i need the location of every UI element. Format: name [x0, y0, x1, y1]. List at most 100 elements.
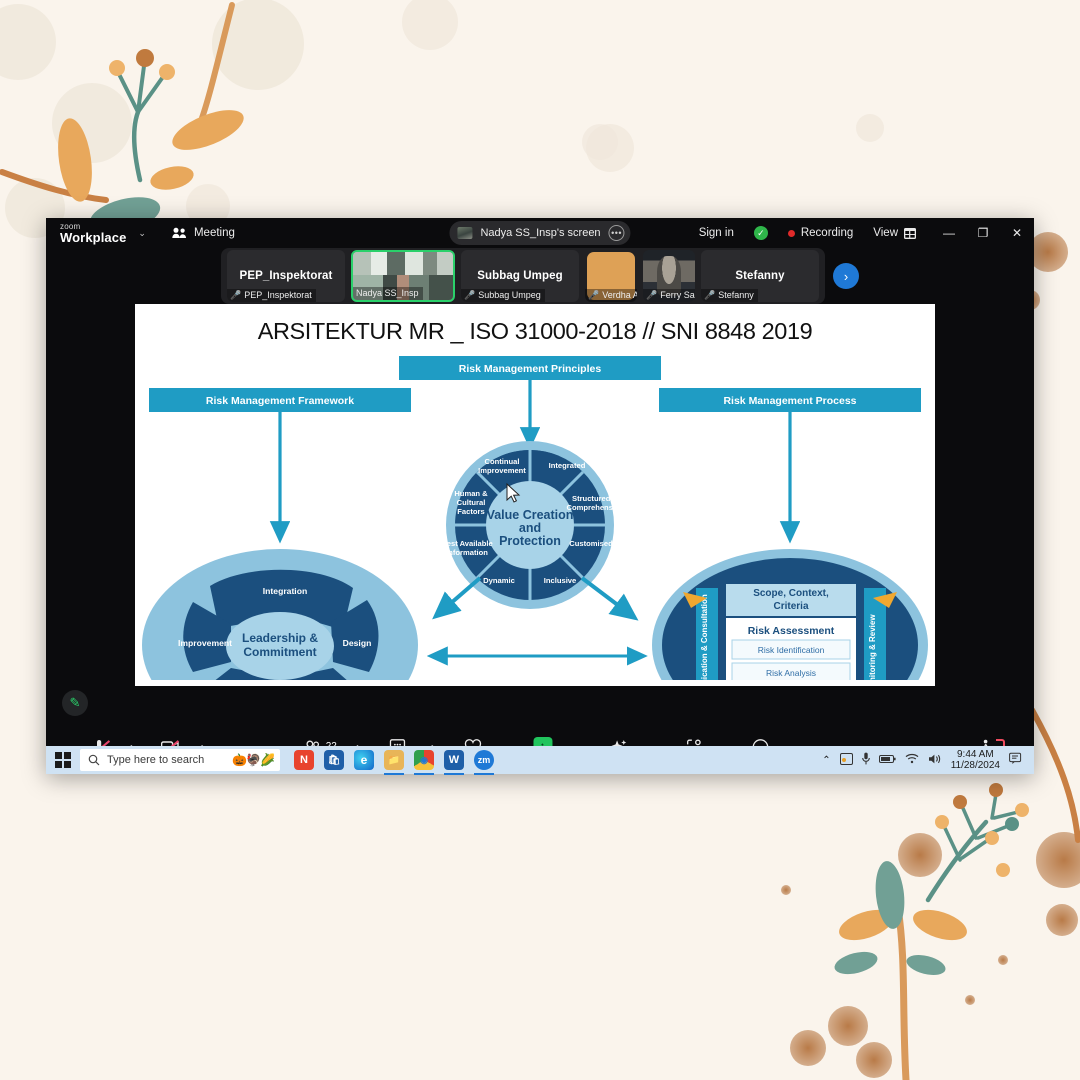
maximize-button[interactable]: ❐: [966, 218, 1000, 248]
taskbar-app-icons: N 🛍 e 📁 ◉ W zm: [294, 750, 494, 775]
windows-taskbar: Type here to search 🎃🦃🌽 N 🛍 e 📁 ◉ W zm ⌃…: [46, 746, 1034, 775]
file-explorer-icon[interactable]: 📁: [384, 750, 404, 775]
pencil-icon[interactable]: ✎: [62, 690, 88, 716]
shared-screen-stage: ✎ ARSITEKTUR MR _ ISO 31000-2018 // SNI …: [46, 304, 1034, 732]
start-button[interactable]: [46, 752, 80, 768]
clock-time: 9:44 AM: [956, 748, 994, 760]
search-icon: [88, 754, 100, 766]
framework-center-line-1: Leadership &: [242, 631, 318, 645]
encryption-shield-button[interactable]: ✓: [744, 226, 778, 240]
framework-integration: Integration: [263, 586, 307, 596]
principle-continual-line2: Improvement: [478, 466, 526, 475]
wifi-icon[interactable]: [905, 753, 919, 767]
principle-human-line3: Factors: [457, 507, 484, 516]
window-titlebar: zoom Workplace ⌄ Meeting Nadya SS_Insp's…: [46, 218, 1034, 248]
filmstrip-tiles: PEP_Inspektorat 🎤 PEP_Inspektorat Nadya …: [221, 248, 825, 304]
framework-header-label: Risk Management Framework: [206, 395, 354, 407]
filmstrip-next-button[interactable]: ›: [833, 263, 859, 289]
battery-icon[interactable]: [878, 754, 896, 767]
process-risk-identification: Risk Identification: [758, 645, 825, 655]
participant-nametag-label: Verdha Ayu: [602, 290, 637, 300]
tray-app-icon[interactable]: [839, 752, 853, 768]
brand-workplace-label: Workplace: [60, 229, 127, 245]
principle-human-line1: Human &: [454, 489, 488, 498]
participant-nametag: Nadya SS_Insp: [353, 287, 423, 300]
participant-tile-stefanny[interactable]: Stefanny 🎤 Stefanny: [701, 250, 819, 302]
zoom-workplace-brand: zoom Workplace: [60, 222, 127, 245]
chevron-down-icon[interactable]: ⌄: [138, 228, 146, 239]
participant-nametag-label: Ferry Saputra: [660, 290, 695, 300]
volume-icon[interactable]: [928, 753, 942, 768]
participant-nametag: 🎤 Subbag Umpeg: [461, 289, 545, 302]
sign-in-label: Sign in: [698, 227, 734, 239]
participant-filmstrip: PEP_Inspektorat 🎤 PEP_Inspektorat Nadya …: [46, 248, 1034, 304]
framework-improvement: Improvement: [178, 638, 232, 648]
microsoft-store-icon[interactable]: 🛍: [324, 750, 344, 770]
arrow-wheel-to-framework: [432, 576, 482, 620]
framework-wheel: Leadership & Commitment Integration Desi…: [142, 549, 418, 680]
meeting-tab-label: Meeting: [193, 227, 235, 239]
principle-inclusive: Inclusive: [544, 576, 577, 585]
slide-title: ARSITEKTUR MR _ ISO 31000-2018 // SNI 88…: [257, 318, 813, 344]
share-thumbnail-icon: [457, 227, 473, 239]
participant-tile-verdha-ayu[interactable]: 🎤 Verdha Ayu: [585, 250, 637, 302]
participant-nametag: 🎤 Ferry Saputra: [643, 289, 695, 302]
microphone-muted-icon: 🎤: [646, 289, 658, 300]
arrow-wheel-to-process: [580, 576, 639, 621]
microphone-muted-icon: 🎤: [464, 289, 476, 300]
principle-structured-line1: Structured &: [572, 494, 619, 503]
recording-indicator[interactable]: Recording: [778, 227, 863, 239]
zoom-app-icon[interactable]: zm: [474, 750, 494, 775]
microsoft-edge-icon[interactable]: e: [354, 750, 374, 770]
principle-best-available-line2: Information: [446, 548, 488, 557]
principle-dynamic: Dynamic: [483, 576, 515, 585]
sign-in-button[interactable]: Sign in: [689, 227, 744, 239]
titlebar-right-group: Sign in ✓ Recording View — ❐ ✕: [689, 218, 1034, 248]
taskbar-clock[interactable]: 9:44 AM 11/28/2024: [951, 749, 1000, 772]
wheel-center-line-1: Value Creation: [487, 508, 574, 522]
taskbar-search-input[interactable]: Type here to search 🎃🦃🌽: [80, 749, 280, 771]
grid-icon: [904, 227, 916, 239]
participant-nametag-label: PEP_Inspektorat: [244, 290, 312, 300]
share-more-options-icon[interactable]: •••: [608, 225, 625, 241]
principles-header-label: Risk Management Principles: [459, 363, 602, 375]
microsoft-word-icon[interactable]: W: [444, 750, 464, 775]
participant-display-name: PEP_Inspektorat: [239, 270, 333, 282]
participant-nametag-label: Stefanny: [718, 290, 754, 300]
process-assessment-title: Risk Assessment: [748, 625, 835, 637]
participant-tile-nadya-ss-insp[interactable]: Nadya SS_Insp: [351, 250, 455, 302]
notepad-app-icon[interactable]: N: [294, 750, 314, 770]
process-right-rail-label: Monitoring & Review: [868, 614, 877, 680]
principle-structured-line2: Comprehensive: [567, 503, 624, 512]
windows-logo-icon: [55, 752, 71, 768]
participant-display-name: Subbag Umpeg: [477, 270, 563, 282]
window-controls: — ❐ ✕: [932, 218, 1034, 248]
microphone-muted-icon: 🎤: [230, 289, 242, 300]
view-button[interactable]: View: [863, 227, 926, 239]
tray-expand-chevron-icon[interactable]: ⌃: [822, 755, 830, 766]
participant-nametag: 🎤 PEP_Inspektorat: [227, 289, 316, 302]
process-risk-analysis: Risk Analysis: [766, 668, 816, 678]
notification-icon[interactable]: [1009, 752, 1024, 768]
process-left-rail-label: Communication & Consultation: [700, 594, 709, 680]
screen-share-indicator[interactable]: Nadya SS_Insp's screen •••: [449, 221, 631, 245]
google-chrome-icon[interactable]: ◉: [414, 750, 434, 775]
participant-tile-pep-inspektorat[interactable]: PEP_Inspektorat 🎤 PEP_Inspektorat: [227, 250, 345, 302]
process-scope-line1: Scope, Context,: [753, 588, 829, 599]
meeting-tab[interactable]: Meeting: [172, 227, 235, 239]
participant-display-name: Stefanny: [735, 270, 785, 282]
share-title-label: Nadya SS_Insp's screen: [480, 227, 601, 239]
recording-label: Recording: [800, 227, 854, 239]
participant-tile-ferry-saputra[interactable]: 🎤 Ferry Saputra: [643, 250, 695, 302]
search-placeholder-label: Type here to search: [107, 754, 205, 766]
participant-tile-subbag-umpeg[interactable]: Subbag Umpeg 🎤 Subbag Umpeg: [461, 250, 579, 302]
minimize-button[interactable]: —: [932, 218, 966, 248]
recording-dot-icon: [787, 229, 795, 237]
participant-nametag-label: Nadya SS_Insp: [356, 288, 419, 298]
people-icon: [172, 227, 186, 238]
principles-wheel: Value Creation and Protection Integrated…: [441, 441, 624, 609]
microphone-icon[interactable]: [861, 752, 870, 768]
participant-nametag-label: Subbag Umpeg: [478, 290, 541, 300]
risk-management-architecture-diagram: Risk Management Principles Risk Manageme…: [142, 356, 928, 680]
close-button[interactable]: ✕: [1000, 218, 1034, 248]
